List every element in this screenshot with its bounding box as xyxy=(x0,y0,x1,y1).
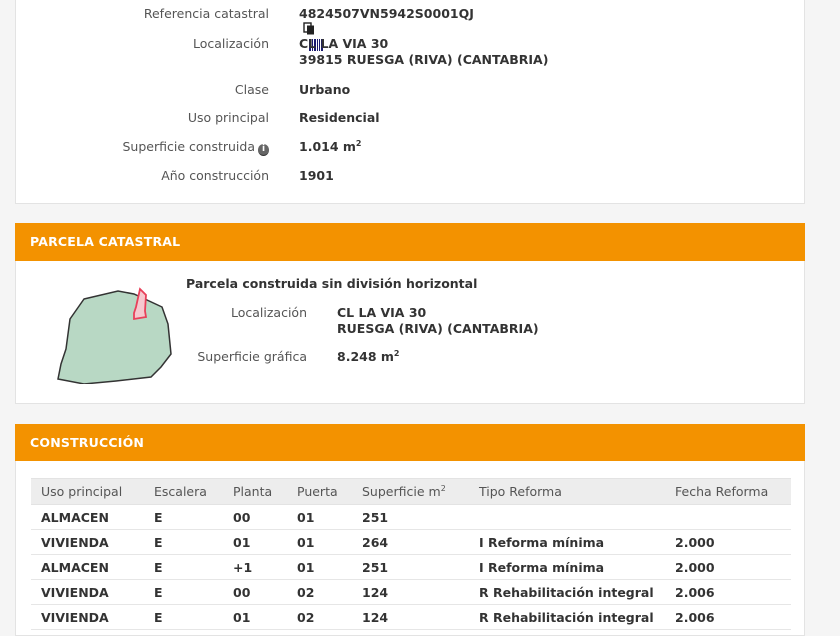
col-superficie: Superficie m2 xyxy=(352,478,469,505)
cell-escalera: E xyxy=(144,554,223,580)
col-planta: Planta xyxy=(223,478,287,505)
cell-uso: ALMACEN xyxy=(31,554,144,580)
table-row: ALMACEN E +1 01 251 I Reforma mínima 2.000 xyxy=(31,554,791,580)
cell-planta: 00 xyxy=(223,504,287,530)
cell-puerta: 01 xyxy=(287,554,352,580)
parcela-loc-label: Localización xyxy=(230,305,307,320)
cell-superficie: 264 xyxy=(352,529,469,555)
construccion-header: CONSTRUCCIÓN xyxy=(15,424,805,462)
cell-superficie: 251 xyxy=(352,504,469,530)
cell-puerta: 01 xyxy=(287,504,352,530)
superficie-label: Superficie construida i xyxy=(123,139,269,156)
col-fecha-reforma: Fecha Reforma xyxy=(665,478,791,505)
parcela-card: Parcela construida sin división horizont… xyxy=(15,261,805,404)
cell-puerta: 02 xyxy=(287,604,352,630)
superficie-value: 1.014 m2 xyxy=(299,138,362,154)
cell-tipo-reforma: R Rehabilitación integral xyxy=(469,579,665,605)
uso-value: Residencial xyxy=(299,110,380,125)
cell-fecha-reforma: 2.006 xyxy=(665,604,791,630)
table-header-row: Uso principal Escalera Planta Puerta Sup… xyxy=(31,478,791,505)
cell-tipo-reforma: I Reforma mínima xyxy=(469,554,665,580)
clase-label: Clase xyxy=(234,82,269,97)
cell-tipo-reforma xyxy=(469,504,665,530)
cell-superficie: 124 xyxy=(352,604,469,630)
cell-uso: VIVIENDA xyxy=(31,529,144,555)
property-details-card: Referencia catastral 4824507VN5942S0001Q… xyxy=(15,0,805,204)
cell-escalera: E xyxy=(144,504,223,530)
loc-label: Localización xyxy=(192,36,269,51)
table-row: VIVIENDA E 01 02 124 R Rehabilitación integra… xyxy=(31,604,791,630)
construccion-card: Uso principal Escalera Planta Puerta Sup… xyxy=(15,461,805,636)
ref-label: Referencia catastral xyxy=(143,6,269,21)
loc-value: CL LA VIA 30 39815 RUESGA (RIVA) (CANTAB… xyxy=(299,36,549,67)
anio-label: Año construcción xyxy=(161,168,269,183)
cell-tipo-reforma: R Rehabilitación integral xyxy=(469,604,665,630)
table-row: VIVIENDA E 01 01 264 I Reforma mínima 2.000 xyxy=(31,529,791,555)
col-tipo-reforma: Tipo Reforma xyxy=(469,478,665,505)
cell-escalera: E xyxy=(144,579,223,605)
cell-fecha-reforma: 2.000 xyxy=(665,554,791,580)
col-escalera: Escalera xyxy=(144,478,223,505)
cell-escalera: E xyxy=(144,529,223,555)
cell-planta: +1 xyxy=(223,554,287,580)
construccion-table: Uso principal Escalera Planta Puerta Sup… xyxy=(31,478,791,630)
cell-uso: VIVIENDA xyxy=(31,604,144,630)
cell-puerta: 02 xyxy=(287,579,352,605)
parcela-sup-label: Superficie gráfica xyxy=(197,349,307,364)
cell-superficie: 251 xyxy=(352,554,469,580)
parcela-sup-value: 8.248 m2 xyxy=(337,348,400,364)
cell-escalera: E xyxy=(144,604,223,630)
cell-fecha-reforma: 2.000 xyxy=(665,529,791,555)
cell-fecha-reforma: 2.006 xyxy=(665,579,791,605)
table-row: VIVIENDA E 00 02 124 R Rehabilitación integra… xyxy=(31,579,791,605)
cell-planta: 00 xyxy=(223,579,287,605)
cell-planta: 01 xyxy=(223,604,287,630)
info-icon[interactable]: i xyxy=(258,144,269,156)
cell-uso: ALMACEN xyxy=(31,504,144,530)
col-puerta: Puerta xyxy=(287,478,352,505)
cell-puerta: 01 xyxy=(287,529,352,555)
cell-planta: 01 xyxy=(223,529,287,555)
cell-fecha-reforma xyxy=(665,504,791,530)
table-row: ALMACEN E 00 01 251 xyxy=(31,504,791,530)
col-uso: Uso principal xyxy=(31,478,144,505)
cell-superficie: 124 xyxy=(352,579,469,605)
parcela-loc-value: CL LA VIA 30 RUESGA (RIVA) (CANTABRIA) xyxy=(337,305,539,336)
cell-tipo-reforma: I Reforma mínima xyxy=(469,529,665,555)
clase-value: Urbano xyxy=(299,82,351,97)
parcela-title: Parcela construida sin división horizont… xyxy=(186,276,478,291)
ref-value[interactable]: 4824507VN5942S0001QJ xyxy=(299,6,474,21)
parcela-header: PARCELA CATASTRAL xyxy=(15,223,805,261)
uso-label: Uso principal xyxy=(187,110,269,125)
parcel-map-image[interactable] xyxy=(56,279,191,384)
anio-value: 1901 xyxy=(299,168,334,183)
cell-uso: VIVIENDA xyxy=(31,579,144,605)
